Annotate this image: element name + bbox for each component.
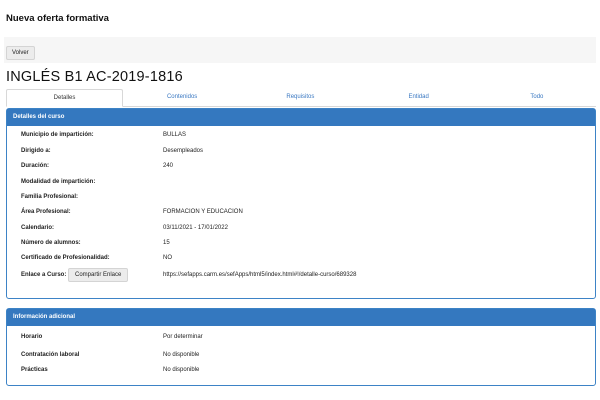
- additional-info-heading: Información adicional: [7, 309, 595, 326]
- tab-requisitos[interactable]: Requisitos: [241, 89, 359, 106]
- detail-label: Certificado de Profesionalidad:: [21, 255, 110, 261]
- detail-value: NO: [163, 255, 172, 261]
- detail-label: Dirigido a:: [21, 148, 51, 154]
- additional-info-panel: Información adicional Horario Por determ…: [6, 308, 596, 386]
- detail-value: BULLAS: [163, 132, 187, 138]
- detail-label: Modalidad de impartición:: [21, 179, 96, 185]
- detail-label: Área Profesional:: [21, 209, 71, 215]
- tab-todo[interactable]: Todo: [478, 89, 596, 106]
- share-link-button[interactable]: Compartir Enlace: [68, 268, 129, 282]
- detail-value: 03/11/2021 - 17/01/2022: [163, 225, 228, 231]
- detail-value: Desempleados: [163, 148, 204, 154]
- info-value: Por determinar: [163, 334, 203, 340]
- detail-label: Calendario:: [21, 225, 55, 231]
- detail-label: Número de alumnos:: [21, 240, 81, 246]
- tab-bar: Detalles Contenidos Requisitos Entidad T…: [6, 89, 596, 107]
- tab-entidad[interactable]: Entidad: [360, 89, 478, 106]
- info-value: No disponible: [163, 367, 200, 373]
- detail-value: FORMACION Y EDUCACION: [163, 209, 243, 215]
- tab-contenidos[interactable]: Contenidos: [123, 89, 241, 106]
- course-details-panel: Detalles del curso Municipio de impartic…: [6, 108, 596, 299]
- detail-label: Duración:: [21, 163, 50, 169]
- detail-value: 240: [163, 163, 174, 169]
- info-label: Horario: [21, 334, 43, 340]
- course-details-heading: Detalles del curso: [7, 109, 595, 126]
- course-title: INGLÉS B1 AC-2019-1816: [6, 69, 183, 85]
- course-link[interactable]: https://sefapps.carm.es/sefApps/html5/in…: [163, 272, 356, 278]
- tab-detalles[interactable]: Detalles: [6, 89, 123, 107]
- toolbar: Volver: [4, 37, 596, 63]
- page-title: Nueva oferta formativa: [6, 13, 109, 24]
- info-label: Contratación laboral: [21, 352, 80, 358]
- detail-label: Familia Profesional:: [21, 194, 79, 200]
- info-value: No disponible: [163, 352, 200, 358]
- detail-value: 15: [163, 240, 170, 246]
- detail-label: Municipio de impartición:: [21, 132, 94, 138]
- back-button[interactable]: Volver: [6, 46, 35, 60]
- info-label: Prácticas: [21, 367, 48, 373]
